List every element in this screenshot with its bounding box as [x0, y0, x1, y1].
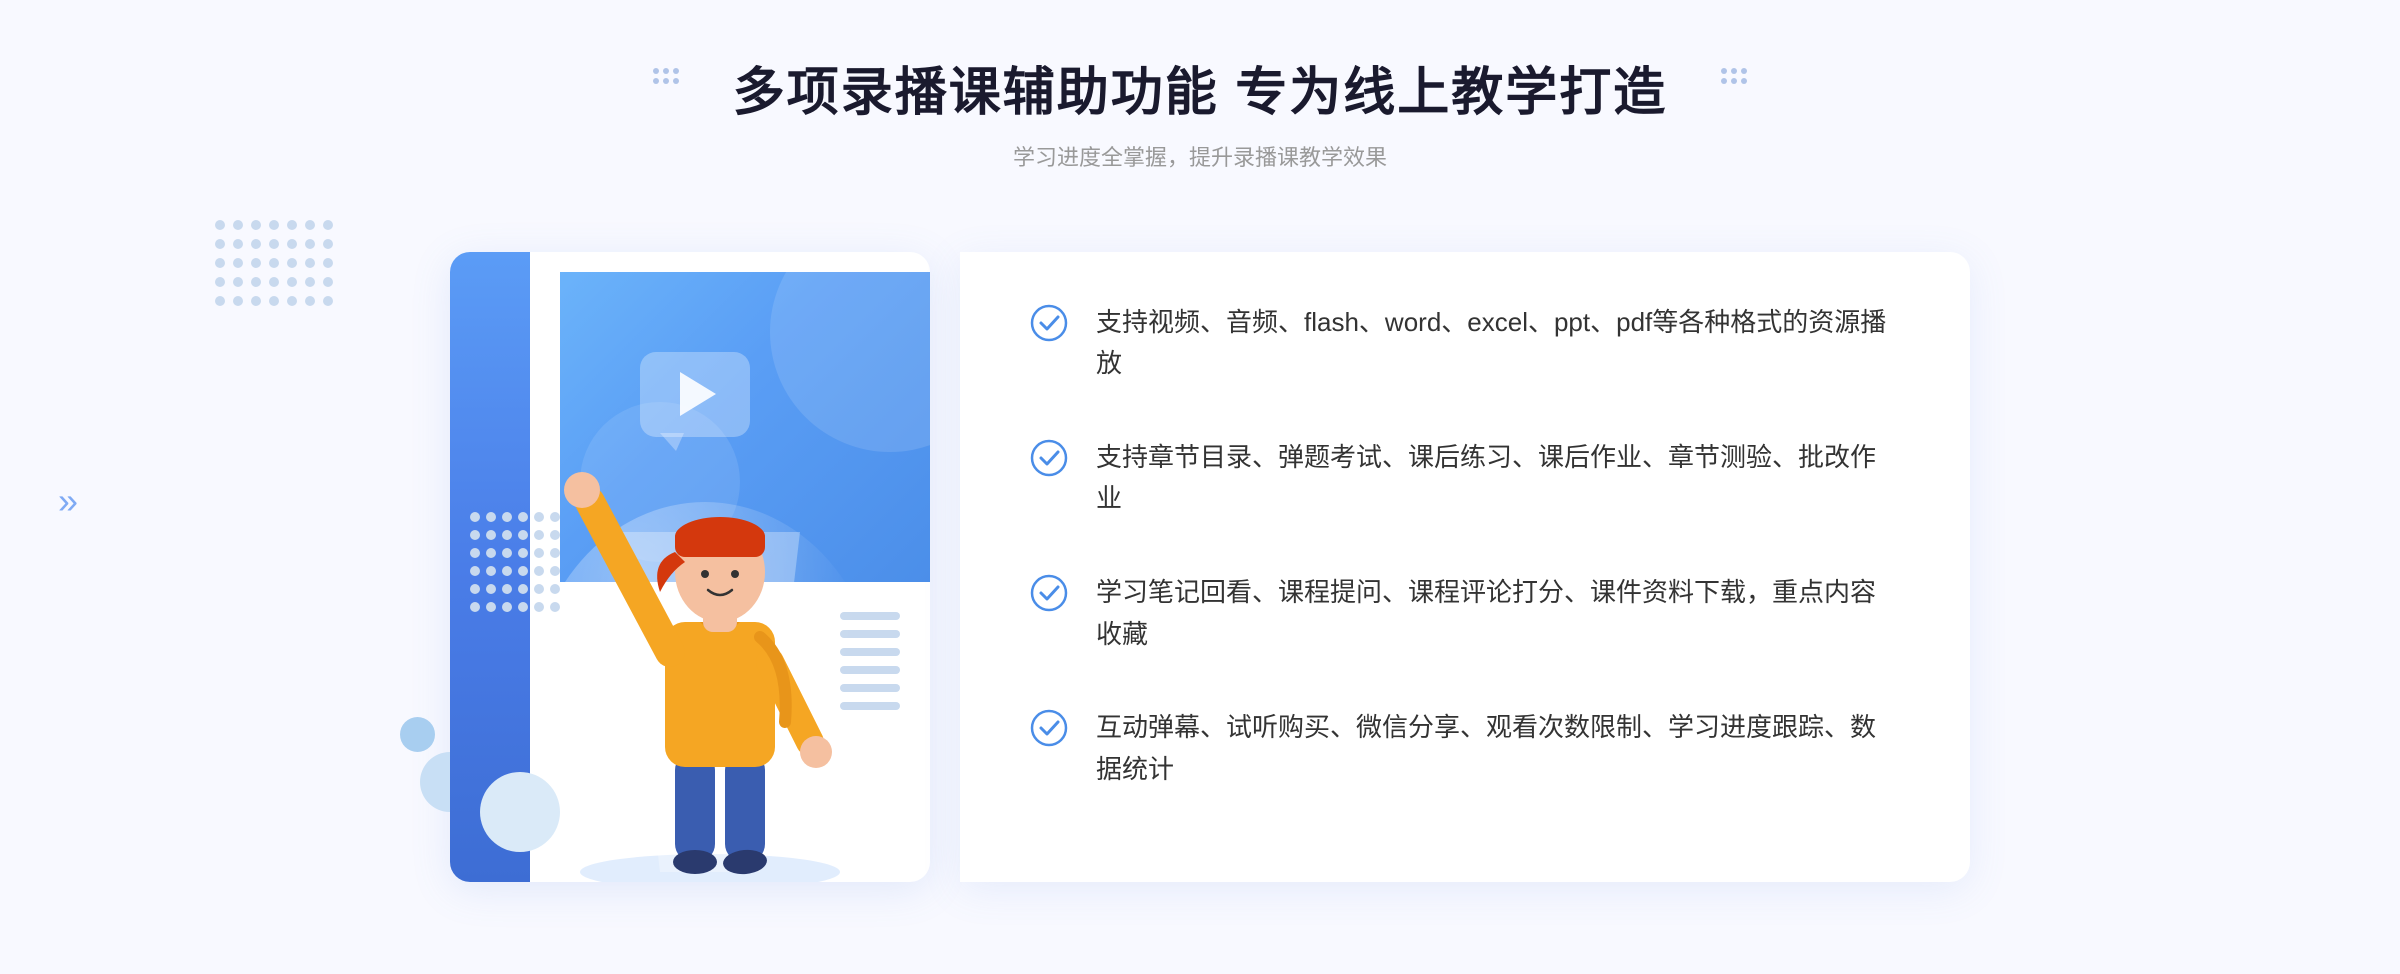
- feature-item-2: 支持章节目录、弹题考试、课后练习、课后作业、章节测验、批改作业: [1030, 437, 1900, 520]
- features-panel: 支持视频、音频、flash、word、excel、ppt、pdf等各种格式的资源…: [960, 252, 1970, 882]
- dot-grid-right: [1721, 68, 1747, 84]
- feature-item-3: 学习笔记回看、课程提问、课程评论打分、课件资料下载，重点内容收藏: [1030, 572, 1900, 655]
- illustration-panel: [420, 232, 970, 912]
- feature-text-4: 互动弹幕、试听购买、微信分享、观看次数限制、学习进度跟踪、数据统计: [1096, 707, 1900, 790]
- header-dots-left: [653, 68, 679, 84]
- chevron-left-icon: »: [58, 480, 78, 522]
- check-circle-icon-3: [1030, 574, 1068, 612]
- feature-item-1: 支持视频、音频、flash、word、excel、ppt、pdf等各种格式的资源…: [1030, 302, 1900, 385]
- feature-text-2: 支持章节目录、弹题考试、课后练习、课后作业、章节测验、批改作业: [1096, 437, 1900, 520]
- check-circle-icon-1: [1030, 304, 1068, 342]
- main-title: 多项录播课辅助功能 专为线上教学打造: [733, 60, 1667, 128]
- sub-title: 学习进度全掌握，提升录播课教学效果: [733, 140, 1667, 172]
- check-circle-icon-2: [1030, 439, 1068, 477]
- dot-grid-left: [653, 68, 679, 84]
- person-illustration: [520, 382, 900, 882]
- feature-item-4: 互动弹幕、试听购买、微信分享、观看次数限制、学习进度跟踪、数据统计: [1030, 707, 1900, 790]
- header-section: 多项录播课辅助功能 专为线上教学打造 学习进度全掌握，提升录播课教学效果: [733, 60, 1667, 172]
- bg-dots-pattern-1: [215, 220, 332, 306]
- small-circle-deco-2: [400, 717, 435, 752]
- feature-text-1: 支持视频、音频、flash、word、excel、ppt、pdf等各种格式的资源…: [1096, 302, 1900, 385]
- content-area: 支持视频、音频、flash、word、excel、ppt、pdf等各种格式的资源…: [420, 232, 1980, 932]
- check-circle-icon-4: [1030, 709, 1068, 747]
- page-wrapper: 多项录播课辅助功能 专为线上教学打造 学习进度全掌握，提升录播课教学效果 »: [0, 0, 2400, 974]
- feature-text-3: 学习笔记回看、课程提问、课程评论打分、课件资料下载，重点内容收藏: [1096, 572, 1900, 655]
- header-dots-right: [1721, 68, 1747, 84]
